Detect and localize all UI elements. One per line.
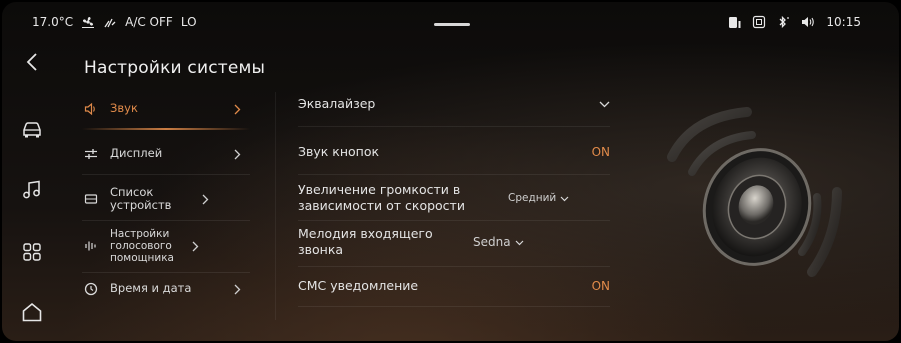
media-button[interactable] [18,178,46,206]
speaker-icon [82,100,100,118]
back-button[interactable] [18,50,46,78]
infotainment-screen: 17.0°C A/C OFF LO 10:15 Настройки систем… [2,2,899,341]
chevron-right-icon [232,283,242,295]
sms-notification-row[interactable]: СМС уведомление ON [298,274,610,298]
clock-icon [82,280,100,298]
settings-submenu: Звук Дисплей Список устройств Настройки … [72,90,270,320]
divider [82,220,250,221]
divider [298,174,610,175]
submenu-label: Настройки голосового помощника [110,227,174,265]
home-button[interactable] [18,300,46,328]
button-sound-row[interactable]: Звук кнопок ON [298,140,610,164]
phone-battery-icon [728,15,742,29]
submenu-label: Список устройств [110,184,172,212]
divider [298,220,610,221]
divider [298,126,610,127]
devices-icon [82,190,100,208]
chevron-right-icon [190,240,200,252]
ringtone-value: Sedna [473,235,511,249]
divider [82,272,250,273]
speed-volume-label: Увеличение громкости в зависимости от ск… [298,181,465,213]
submenu-item-display[interactable]: Дисплей [82,143,260,165]
clock-text: 10:15 [826,15,861,29]
climate-status[interactable]: 17.0°C A/C OFF LO [32,15,197,29]
submenu-label: Дисплей [110,146,163,161]
button-sound-label: Звук кнопок [298,143,380,159]
submenu-label: Звук [110,101,138,116]
apps-button[interactable] [18,240,46,268]
equalizer-expand[interactable] [599,97,610,111]
chevron-right-icon [232,103,242,115]
system-status: 10:15 [728,15,861,29]
equalizer-label: Эквалайзер [298,95,376,111]
left-rail [2,42,64,341]
bluetooth-icon [776,15,790,29]
chevron-right-icon [200,193,210,205]
submenu-item-devices[interactable]: Список устройств [82,182,260,216]
active-indicator [82,128,250,130]
ac-icon [103,16,117,28]
submenu-item-time-date[interactable]: Время и дата [82,278,260,300]
chevron-down-icon [560,191,569,205]
drawer-handle[interactable] [434,23,470,26]
chevron-down-icon [599,97,610,111]
speed-volume-value: Средний [508,192,557,204]
back-icon [25,52,39,76]
chevron-right-icon [232,148,242,160]
fan-icon [81,16,95,28]
divider [82,174,250,175]
ringtone-row[interactable]: Мелодия входящего звонка Sedna [298,224,610,260]
page-title: Настройки системы [84,58,266,78]
ac-status-text: A/C OFF [125,15,173,29]
submenu-item-sound[interactable]: Звук [82,98,260,120]
screen-mirror-icon [752,15,766,29]
music-icon [22,180,42,204]
equalizer-row[interactable]: Эквалайзер [298,92,610,116]
speaker-illustration [652,97,852,297]
volume-icon [800,15,816,29]
apps-icon [22,242,42,266]
sms-notification-toggle[interactable]: ON [592,279,610,293]
button-sound-toggle[interactable]: ON [592,145,610,159]
ringtone-select[interactable]: Sedna [473,235,524,249]
speed-volume-select[interactable]: Средний [508,191,569,205]
status-bar: 17.0°C A/C OFF LO 10:15 [2,2,899,42]
divider [298,266,610,267]
submenu-item-voice-assistant[interactable]: Настройки голосового помощника [82,224,260,268]
speed-volume-row[interactable]: Увеличение громкости в зависимости от ск… [298,180,610,216]
home-icon [21,302,43,326]
car-icon [21,121,43,143]
submenu-label: Время и дата [110,281,192,296]
display-sliders-icon [82,145,100,163]
fan-level-text: LO [180,15,197,29]
chevron-down-icon [515,235,524,249]
divider [298,306,610,307]
panel-separator [275,92,276,320]
ringtone-label: Мелодия входящего звонка [298,225,433,257]
temperature-text: 17.0°C [32,15,74,29]
vehicle-button[interactable] [18,118,46,146]
sms-notification-label: СМС уведомление [298,277,419,293]
voice-wave-icon [82,237,100,255]
